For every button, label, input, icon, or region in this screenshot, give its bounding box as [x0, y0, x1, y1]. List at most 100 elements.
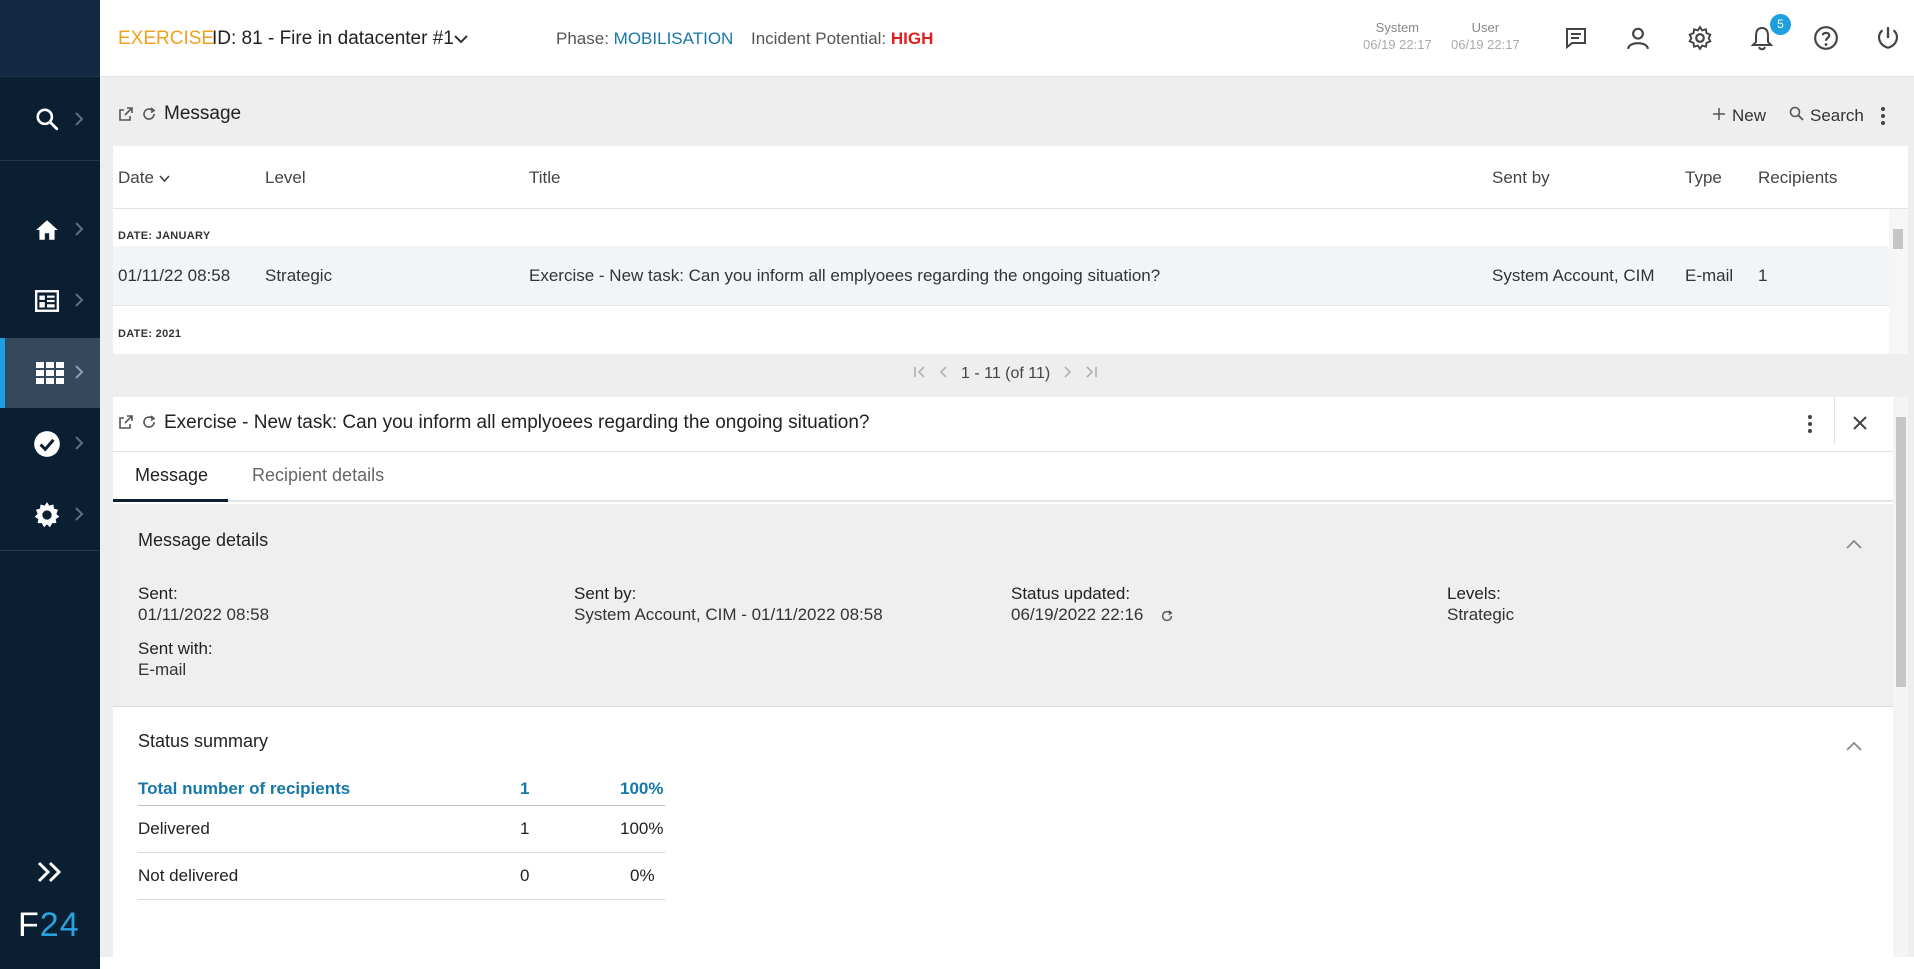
section-title: Message details	[138, 530, 269, 550]
sidebar-item-home[interactable]	[0, 195, 100, 265]
cell-type: E-mail	[1685, 266, 1734, 285]
column-header-level[interactable]: Level	[265, 168, 306, 188]
more-vert-icon[interactable]	[1880, 106, 1886, 126]
section-title: Status summary	[138, 731, 269, 751]
refresh-icon[interactable]	[141, 414, 157, 435]
cell-sent-by: System Account, CIM	[1492, 266, 1655, 285]
phase-indicator: Phase: MOBILISATION	[556, 29, 734, 48]
sort-desc-icon	[159, 168, 170, 187]
detail-header: Exercise - New task: Can you inform all …	[113, 397, 1893, 452]
search-button[interactable]: Search	[1789, 106, 1864, 126]
status-updated-label: Status updated:	[1011, 584, 1131, 603]
message-details-section: Message details Sent: 01/11/2022 08:58 S…	[113, 504, 1893, 707]
sidebar-header	[0, 0, 100, 77]
exercise-label: EXERCISE	[118, 28, 215, 49]
incident-potential-value: HIGH	[890, 29, 934, 48]
detail-title: Exercise - New task: Can you inform all …	[164, 412, 870, 433]
exercise-selector[interactable]: ID: 81 - Fire in datacenter #1	[212, 28, 454, 50]
chevron-up-icon[interactable]	[1846, 536, 1862, 554]
sent-value: 01/11/2022 08:58	[138, 605, 270, 624]
plus-icon	[1712, 106, 1726, 126]
footer-strip	[100, 957, 1914, 969]
sidebar-item-settings[interactable]	[0, 480, 100, 550]
home-icon	[33, 216, 61, 244]
check-circle-icon	[33, 430, 61, 458]
sent-label: Sent:	[138, 584, 178, 603]
sent-by-value: System Account, CIM - 01/11/2022 08:58	[574, 605, 883, 624]
panel-title: Message	[164, 103, 242, 124]
chevron-up-icon[interactable]	[1846, 738, 1862, 756]
sidebar-item-search[interactable]	[0, 77, 100, 161]
chevron-down-icon[interactable]	[454, 31, 468, 49]
group-header: DATE: 2021	[118, 328, 182, 340]
summary-row-delivered[interactable]: Delivered 1 100%	[138, 806, 665, 853]
new-button[interactable]: New	[1712, 106, 1766, 126]
close-icon[interactable]	[1852, 415, 1868, 436]
brand-logo: F24	[18, 906, 80, 944]
levels-value: Strategic	[1447, 605, 1515, 624]
levels-label: Levels:	[1447, 584, 1501, 603]
chevron-right-icon	[74, 506, 84, 527]
status-summary-section: Status summary Total number of recipient…	[113, 708, 1893, 957]
dashboard-icon	[33, 287, 61, 315]
divider	[0, 550, 100, 551]
column-header-type[interactable]: Type	[1685, 168, 1722, 188]
prev-page-icon[interactable]	[939, 365, 949, 383]
open-external-icon[interactable]	[118, 106, 134, 127]
search-icon	[33, 105, 61, 133]
page-range: 1 - 11 (of 11)	[961, 365, 1051, 382]
sent-with-value: E-mail	[138, 660, 187, 679]
open-external-icon[interactable]	[118, 414, 134, 435]
status-updated-value: 06/19/2022 22:16	[1011, 605, 1144, 624]
gear-icon	[33, 501, 61, 529]
sent-with-label: Sent with:	[138, 639, 213, 658]
incident-potential: Incident Potential: HIGH	[751, 29, 934, 48]
chat-icon[interactable]	[1560, 22, 1592, 54]
phase-value: MOBILISATION	[613, 29, 734, 48]
group-header: DATE: JANUARY	[118, 230, 211, 242]
table-row[interactable]: 01/11/22 08:58 Strategic Exercise - New …	[113, 246, 1889, 306]
chevron-right-icon	[74, 221, 84, 242]
pagination: 1 - 11 (of 11)	[913, 365, 1098, 383]
table-header: Date Level Title Sent by Type Recipients	[113, 146, 1908, 209]
column-header-title[interactable]: Title	[529, 168, 561, 188]
first-page-icon[interactable]	[913, 365, 927, 383]
refresh-status-icon[interactable]	[1160, 609, 1174, 628]
top-bar: EXERCISE ID: 81 - Fire in datacenter #1 …	[100, 0, 1914, 77]
column-header-date[interactable]: Date	[118, 168, 170, 188]
tab-recipient-details[interactable]: Recipient details	[252, 465, 384, 486]
divider	[0, 160, 100, 161]
summary-row-not-delivered[interactable]: Not delivered 0 0%	[138, 853, 665, 900]
power-icon[interactable]	[1872, 22, 1904, 54]
cell-title: Exercise - New task: Can you inform all …	[529, 266, 1161, 285]
detail-scrollbar[interactable]	[1893, 397, 1908, 957]
user-icon[interactable]	[1622, 22, 1654, 54]
chevron-right-icon	[74, 435, 84, 456]
user-clock: User 06/19 22:17	[1451, 20, 1520, 52]
more-vert-icon[interactable]	[1807, 414, 1813, 439]
chevron-right-icon	[74, 111, 84, 132]
sidebar-item-dashboard[interactable]	[0, 266, 100, 336]
expand-sidebar-icon[interactable]	[36, 860, 64, 889]
message-table: Date Level Title Sent by Type Recipients…	[113, 146, 1908, 354]
refresh-icon[interactable]	[141, 106, 157, 127]
divider	[1834, 397, 1835, 444]
sidebar-item-tasks[interactable]	[0, 409, 100, 479]
cell-recipients: 1	[1758, 266, 1768, 285]
next-page-icon[interactable]	[1062, 365, 1072, 383]
system-clock: System 06/19 22:17	[1363, 20, 1432, 52]
help-icon[interactable]	[1810, 22, 1842, 54]
search-icon	[1789, 106, 1804, 126]
detail-tabs: Message Recipient details	[113, 453, 1893, 502]
last-page-icon[interactable]	[1084, 365, 1098, 383]
summary-row-total[interactable]: Total number of recipients 1 100%	[138, 765, 665, 806]
column-header-recipients[interactable]: Recipients	[1758, 168, 1837, 188]
message-detail-panel: Exercise - New task: Can you inform all …	[113, 397, 1908, 957]
list-scrollbar[interactable]	[1889, 209, 1908, 354]
settings-gear-icon[interactable]	[1684, 22, 1716, 54]
column-header-sent-by[interactable]: Sent by	[1492, 168, 1550, 188]
sent-by-label: Sent by:	[574, 584, 637, 603]
tab-message[interactable]: Message	[135, 465, 208, 486]
cell-level: Strategic	[265, 266, 333, 285]
sidebar-item-apps[interactable]	[0, 338, 100, 408]
